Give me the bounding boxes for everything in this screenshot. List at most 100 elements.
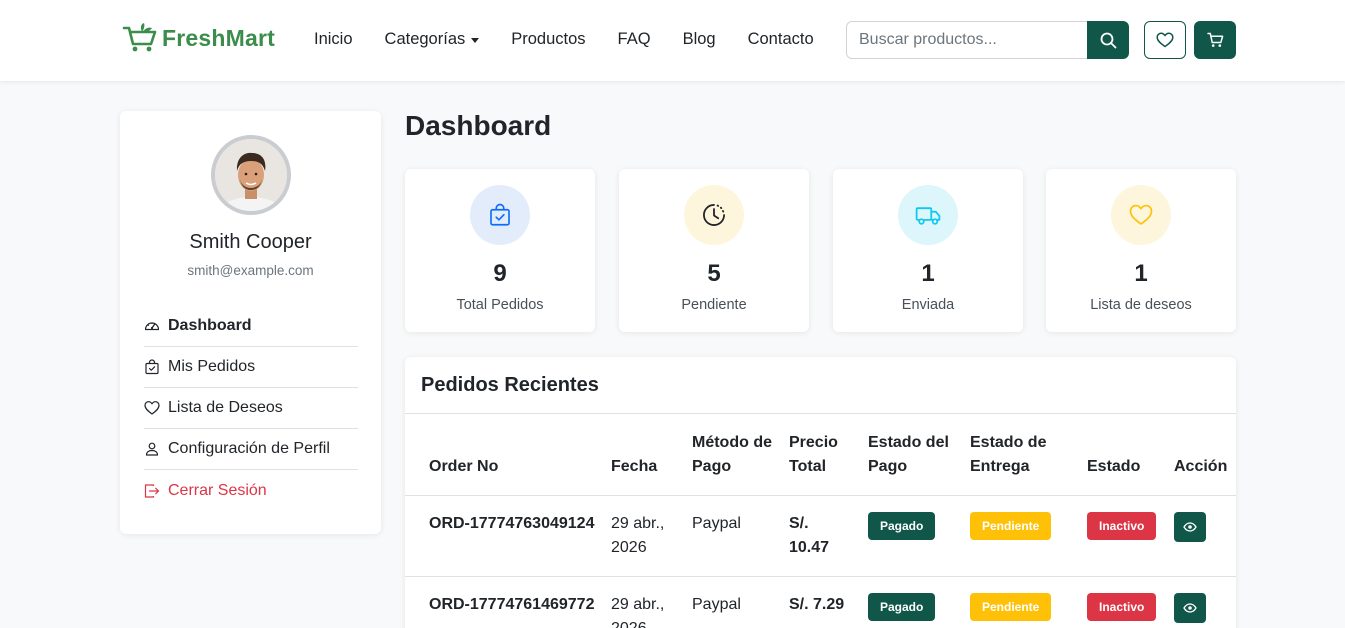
recent-orders-title: Pedidos Recientes (421, 374, 599, 396)
clock-icon (703, 204, 725, 226)
payment-status-badge: Pagado (868, 592, 936, 621)
delivery-status-cell: Pendiente (962, 495, 1079, 577)
brand-name: FreshMart (162, 24, 275, 51)
basket-icon (122, 23, 157, 52)
bag-check-icon (145, 359, 159, 375)
stat-value: 1 (1134, 260, 1148, 287)
eye-icon (1183, 521, 1197, 532)
view-order-button[interactable] (1174, 592, 1206, 623)
sidebar-item-label: Mis Pedidos (168, 358, 256, 375)
column-header: Estado (1079, 414, 1166, 496)
order-number: ORD-17774763049124 (405, 495, 603, 577)
sidebar-item-cerrar-sesion[interactable]: Cerrar Sesión (144, 470, 358, 511)
stat-card-lista-de-deseos: 1 Lista de deseos (1046, 169, 1236, 332)
stat-icon-wrap (684, 185, 744, 245)
search-button[interactable] (1087, 21, 1129, 59)
user-email: smith@example.com (187, 263, 314, 278)
stat-icon-wrap (898, 185, 958, 245)
heart-icon (1129, 204, 1153, 225)
stat-label: Enviada (901, 297, 955, 313)
stat-label: Total Pedidos (456, 297, 544, 313)
payment-status-badge: Pagado (868, 511, 936, 540)
order-status-badge: Inactivo (1087, 511, 1157, 540)
page-title: Dashboard (405, 110, 552, 141)
nav-link-categorias-label: Categorías (384, 30, 466, 48)
column-header: Precio Total (781, 414, 860, 496)
sidebar-item-lista-de-deseos[interactable]: Lista de Deseos (144, 388, 358, 429)
stat-icon-wrap (470, 185, 530, 245)
action-cell (1166, 576, 1236, 628)
user-name: Smith Cooper (189, 231, 312, 253)
delivery-status-badge: Pendiente (970, 511, 1052, 540)
avatar (211, 135, 291, 215)
order-date: 29 abr., 2026 (603, 495, 684, 577)
order-date: 29 abr., 2026 (603, 576, 684, 628)
truck-icon (915, 207, 941, 225)
stat-label: Lista de deseos (1090, 297, 1192, 313)
stat-card-enviada: 1 Enviada (833, 169, 1023, 332)
order-status-cell: Inactivo (1079, 495, 1166, 577)
order-total: S/. 10.47 (781, 495, 860, 577)
view-order-button[interactable] (1174, 511, 1206, 542)
eye-icon (1183, 602, 1197, 613)
orders-table: Order No Fecha Método de Pago Precio Tot… (405, 414, 1236, 628)
logout-icon (144, 483, 160, 498)
stat-label: Pendiente (681, 297, 747, 313)
payment-method: Paypal (684, 495, 781, 577)
gauge-icon (144, 322, 160, 331)
nav-link-blog[interactable]: Blog (683, 30, 716, 49)
nav-link-categorias[interactable]: Categorías (385, 30, 480, 49)
stat-icon-wrap (1111, 185, 1171, 245)
sidebar-item-label: Dashboard (168, 317, 252, 334)
sidebar-item-label: Configuración de Perfil (168, 440, 330, 457)
sidebar-item-dashboard[interactable]: Dashboard (144, 306, 358, 347)
caret-down-icon (471, 38, 480, 43)
search-icon (1100, 32, 1116, 48)
heart-icon (1156, 32, 1174, 48)
recent-orders-card: Pedidos Recientes Order No Fecha Método … (405, 357, 1236, 628)
sidebar-item-configuracion-de-perfil[interactable]: Configuración de Perfil (144, 429, 358, 470)
stat-value: 1 (921, 260, 935, 287)
order-total: S/. 7.29 (781, 576, 860, 628)
heart-icon (144, 401, 160, 415)
payment-status-cell: Pagado (860, 495, 962, 577)
column-header: Order No (405, 414, 603, 496)
nav-link-productos[interactable]: Productos (511, 30, 585, 49)
delivery-status-cell: Pendiente (962, 576, 1079, 628)
action-cell (1166, 495, 1236, 577)
table-row: ORD-17774763049124 29 abr., 2026 Paypal … (405, 495, 1236, 577)
navbar: FreshMart Inicio Categorías Productos FA… (0, 0, 1345, 81)
sidebar-item-mis-pedidos[interactable]: Mis Pedidos (144, 347, 358, 388)
order-number: ORD-17774761469772 (405, 576, 603, 628)
stat-value: 9 (493, 260, 507, 287)
payment-status-cell: Pagado (860, 576, 962, 628)
user-photo (215, 139, 287, 211)
brand-logo[interactable]: FreshMart (122, 22, 275, 54)
nav-link-contacto[interactable]: Contacto (748, 30, 814, 49)
sidebar-item-label: Cerrar Sesión (168, 481, 267, 499)
delivery-status-badge: Pendiente (970, 592, 1052, 621)
column-header: Acción (1166, 414, 1236, 496)
nav-link-inicio[interactable]: Inicio (314, 30, 353, 49)
column-header: Estado del Pago (860, 414, 962, 496)
main-nav: Inicio Categorías Productos FAQ Blog Con… (314, 30, 846, 49)
stat-value: 5 (707, 260, 721, 287)
payment-method: Paypal (684, 576, 781, 628)
nav-link-faq[interactable]: FAQ (618, 30, 651, 49)
sidebar-item-label: Lista de Deseos (168, 399, 283, 416)
bag-check-icon (490, 203, 510, 226)
account-menu: Dashboard Mis Pedidos Lista de Deseos Co… (144, 306, 358, 511)
stat-card-pendiente: 5 Pendiente (619, 169, 809, 332)
wishlist-button[interactable] (1144, 21, 1186, 59)
user-icon (145, 442, 159, 456)
column-header: Método de Pago (684, 414, 781, 496)
cart-button[interactable] (1194, 21, 1236, 59)
table-row: ORD-17774761469772 29 abr., 2026 Paypal … (405, 576, 1236, 628)
account-sidebar: Smith Cooper smith@example.com Dashboard… (120, 111, 381, 534)
table-header-row: Order No Fecha Método de Pago Precio Tot… (405, 414, 1236, 496)
column-header: Fecha (603, 414, 684, 496)
column-header: Estado de Entrega (962, 414, 1079, 496)
stat-card-total-pedidos: 9 Total Pedidos (405, 169, 595, 332)
order-status-cell: Inactivo (1079, 576, 1166, 628)
search-input[interactable] (846, 21, 1087, 59)
